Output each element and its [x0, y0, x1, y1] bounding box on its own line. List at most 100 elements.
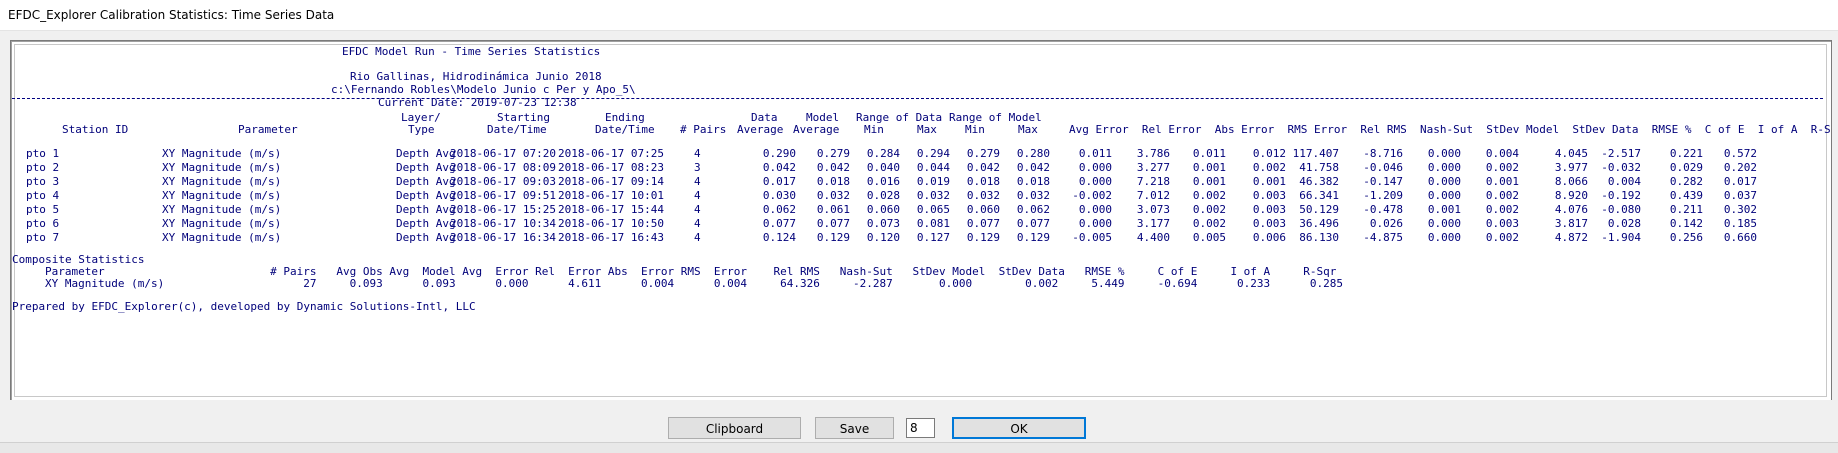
- col-parameter: Parameter: [238, 123, 298, 136]
- clipboard-button[interactable]: Clipboard: [668, 417, 801, 439]
- row-stat-value: 0.011: [1078, 147, 1112, 160]
- col-model-average-2: Average: [793, 123, 840, 136]
- row-stat-value: -0.147: [1363, 175, 1403, 188]
- row-end-time: 2018-06-17 10:01: [558, 189, 664, 202]
- row-stat-value: 0.044: [916, 161, 950, 174]
- row-stat-value: 0.000: [1427, 189, 1461, 202]
- row-stat-value: 0.042: [762, 161, 796, 174]
- row-pair-count: 4: [694, 189, 701, 202]
- ok-button[interactable]: OK: [952, 417, 1086, 439]
- statistics-report[interactable]: EFDC Model Run - Time Series Statistics …: [10, 40, 1832, 402]
- row-stat-value: 0.018: [1016, 175, 1050, 188]
- row-stat-value: 3.277: [1136, 161, 1170, 174]
- row-stat-value: 0.011: [1192, 147, 1226, 160]
- row-stat-value: 7.012: [1136, 189, 1170, 202]
- row-layer-type: Depth Avg: [396, 175, 456, 188]
- row-stat-value: 0.032: [916, 189, 950, 202]
- row-stat-value: 0.000: [1427, 217, 1461, 230]
- row-stat-value: 0.002: [1485, 203, 1519, 216]
- row-parameter: XY Magnitude (m/s): [162, 231, 282, 244]
- col-range-data-2: Min Max: [864, 123, 937, 136]
- row-stat-value: 0.294: [916, 147, 950, 160]
- col-ending-2: Date/Time: [595, 123, 655, 136]
- row-pair-count: 4: [694, 175, 701, 188]
- project-name: Rio Gallinas, Hidrodinámica Junio 2018: [350, 70, 602, 83]
- row-stat-value: 0.004: [1607, 175, 1641, 188]
- row-stat-value: 0.001: [1252, 175, 1286, 188]
- row-stat-value: -1.209: [1363, 189, 1403, 202]
- row-end-time: 2018-06-17 16:43: [558, 231, 664, 244]
- row-stat-value: 0.042: [1016, 161, 1050, 174]
- window-title: EFDC_Explorer Calibration Statistics: Ti…: [8, 8, 335, 22]
- row-stat-value: 0.000: [1078, 203, 1112, 216]
- row-stat-value: 0.002: [1192, 203, 1226, 216]
- row-layer-type: Depth Avg: [396, 231, 456, 244]
- row-stat-value: 0.129: [966, 231, 1000, 244]
- row-stat-value: 0.000: [1427, 175, 1461, 188]
- row-start-time: 2018-06-17 10:34: [450, 217, 556, 230]
- row-pair-count: 3: [694, 161, 701, 174]
- row-stat-value: 0.081: [916, 217, 950, 230]
- row-stat-value: 0.142: [1669, 217, 1703, 230]
- row-parameter: XY Magnitude (m/s): [162, 203, 282, 216]
- row-stat-value: 0.042: [966, 161, 1000, 174]
- row-stat-value: -0.478: [1363, 203, 1403, 216]
- row-stat-value: 7.218: [1136, 175, 1170, 188]
- row-stat-value: 0.001: [1192, 161, 1226, 174]
- row-stat-value: 0.001: [1485, 175, 1519, 188]
- row-stat-value: 0.001: [1427, 203, 1461, 216]
- row-stat-value: 36.496: [1299, 217, 1339, 230]
- col-station-id: Station ID: [62, 123, 129, 136]
- row-stat-value: 0.279: [816, 147, 850, 160]
- row-stat-value: 0.073: [866, 217, 900, 230]
- row-stat-value: 41.758: [1299, 161, 1339, 174]
- row-stat-value: 0.040: [866, 161, 900, 174]
- row-start-time: 2018-06-17 08:09: [450, 161, 556, 174]
- row-stat-value: -8.716: [1363, 147, 1403, 160]
- row-stat-value: 0.002: [1192, 189, 1226, 202]
- row-parameter: XY Magnitude (m/s): [162, 189, 282, 202]
- row-pair-count: 4: [694, 147, 701, 160]
- row-layer-type: Depth Avg: [396, 189, 456, 202]
- status-strip: [0, 442, 1838, 453]
- row-stat-value: 0.001: [1192, 175, 1226, 188]
- row-stat-value: 0.002: [1485, 231, 1519, 244]
- row-stat-value: 0.256: [1669, 231, 1703, 244]
- row-parameter: XY Magnitude (m/s): [162, 147, 282, 160]
- row-stat-value: 0.124: [762, 231, 796, 244]
- row-stat-value: 0.185: [1723, 217, 1757, 230]
- row-stat-value: 4.076: [1554, 203, 1588, 216]
- col-layer-type-2: Type: [408, 123, 435, 136]
- row-stat-value: 0.017: [1723, 175, 1757, 188]
- row-stat-value: 0.016: [866, 175, 900, 188]
- digits-input[interactable]: [906, 418, 935, 438]
- row-stat-value: 0.060: [866, 203, 900, 216]
- row-stat-value: 117.407: [1292, 147, 1339, 160]
- report-heading: EFDC Model Run - Time Series Statistics: [342, 45, 601, 58]
- row-stat-value: 50.129: [1299, 203, 1339, 216]
- row-stat-value: 0.032: [966, 189, 1000, 202]
- row-start-time: 2018-06-17 09:51: [450, 189, 556, 202]
- row-stat-value: 0.065: [916, 203, 950, 216]
- row-parameter: XY Magnitude (m/s): [162, 175, 282, 188]
- row-stat-value: 0.077: [966, 217, 1000, 230]
- save-button[interactable]: Save: [815, 417, 894, 439]
- row-stat-value: 0.000: [1078, 217, 1112, 230]
- row-stat-value: 0.279: [966, 147, 1000, 160]
- row-stat-value: 0.077: [816, 217, 850, 230]
- row-parameter: XY Magnitude (m/s): [162, 217, 282, 230]
- row-stat-value: 0.572: [1723, 147, 1757, 160]
- row-stat-value: 66.341: [1299, 189, 1339, 202]
- row-stat-value: 4.872: [1554, 231, 1588, 244]
- row-stat-value: 0.211: [1669, 203, 1703, 216]
- row-stat-value: 0.129: [816, 231, 850, 244]
- row-stat-value: 0.012: [1252, 147, 1286, 160]
- col-starting-2: Date/Time: [487, 123, 547, 136]
- row-pair-count: 4: [694, 217, 701, 230]
- row-stat-value: 0.202: [1723, 161, 1757, 174]
- row-stat-value: 3.977: [1554, 161, 1588, 174]
- row-stat-value: 46.382: [1299, 175, 1339, 188]
- row-stat-value: 0.120: [866, 231, 900, 244]
- row-stat-value: 0.077: [762, 217, 796, 230]
- col-data-average-2: Average: [737, 123, 784, 136]
